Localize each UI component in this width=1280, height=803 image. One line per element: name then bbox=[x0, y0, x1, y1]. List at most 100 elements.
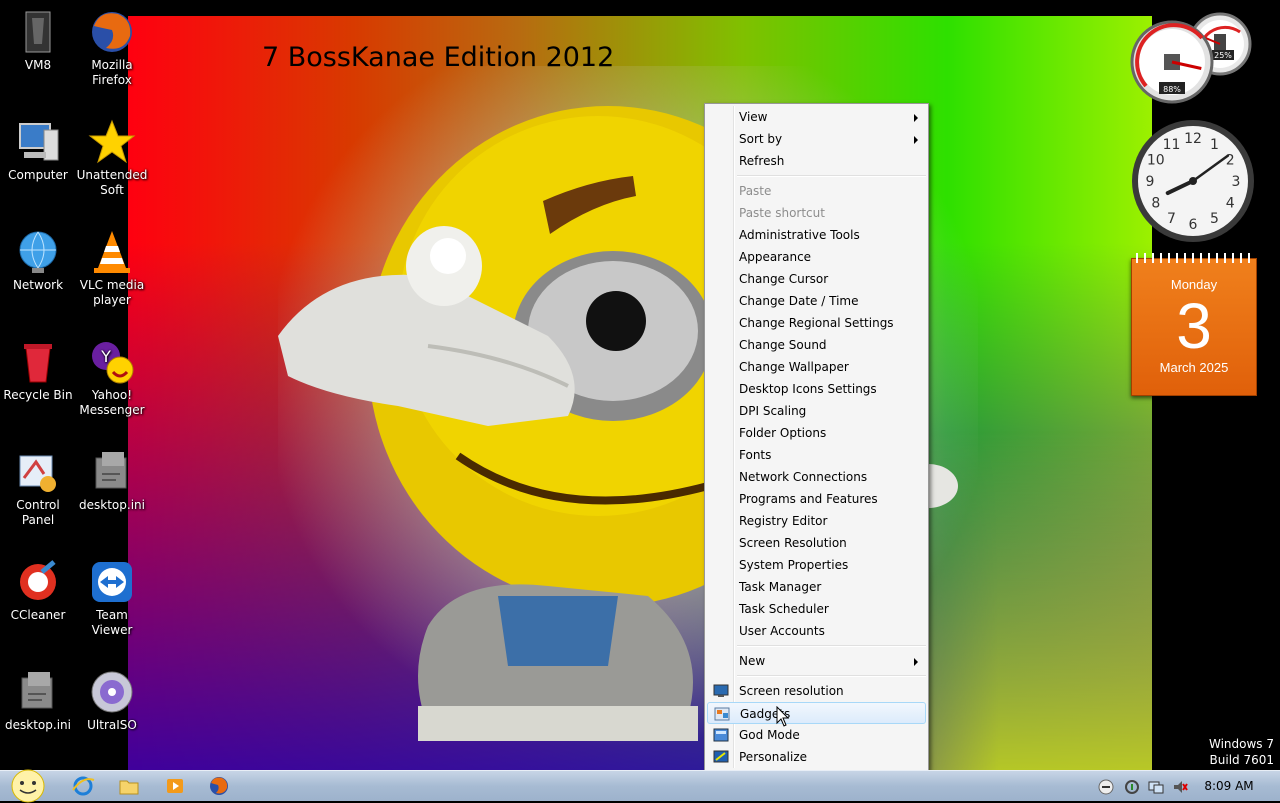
menu-item-folder-options[interactable]: Folder Options bbox=[707, 422, 926, 444]
menu-item-label: Paste bbox=[739, 184, 772, 198]
desktop-icon-firefox[interactable]: Mozilla Firefox bbox=[74, 8, 150, 88]
clock-numeral: 1 bbox=[1210, 137, 1219, 153]
menu-item-network-connections[interactable]: Network Connections bbox=[707, 466, 926, 488]
menu-item-paste[interactable]: Paste bbox=[707, 180, 926, 202]
menu-item-programs-and-features[interactable]: Programs and Features bbox=[707, 488, 926, 510]
desktop-icon-teamviewer[interactable]: Team Viewer bbox=[74, 558, 150, 638]
explorer-folder-icon[interactable] bbox=[116, 774, 142, 798]
desktop-icon-network[interactable]: Network bbox=[0, 228, 76, 293]
menu-item-label: Administrative Tools bbox=[739, 228, 860, 242]
menu-item-gadgets[interactable]: Gadgets bbox=[707, 702, 926, 724]
menu-item-paste-shortcut[interactable]: Paste shortcut bbox=[707, 202, 926, 224]
config-file-icon bbox=[21, 672, 53, 709]
clock-numeral: 12 bbox=[1184, 131, 1202, 147]
desktop-icon-computer[interactable]: Computer bbox=[0, 118, 76, 183]
menu-item-label: Change Regional Settings bbox=[739, 316, 894, 330]
desktop-icon-recycle[interactable]: Recycle Bin bbox=[0, 338, 76, 403]
desktop-icon-label: Network bbox=[12, 278, 64, 292]
volume-muted-icon[interactable] bbox=[1172, 779, 1188, 795]
desktop-icon-desktopini2[interactable]: desktop.ini bbox=[0, 668, 76, 733]
network-globe-icon bbox=[19, 231, 57, 273]
teamviewer-icon bbox=[92, 562, 132, 602]
cpu-meter-gadget[interactable]: 25% 88% bbox=[1128, 8, 1258, 104]
start-orb-icon[interactable] bbox=[8, 769, 48, 803]
menu-item-label: Change Cursor bbox=[739, 272, 829, 286]
menu-item-task-manager[interactable]: Task Manager bbox=[707, 576, 926, 598]
desktop-icon-label: Team Viewer bbox=[91, 608, 133, 637]
submenu-arrow-icon bbox=[914, 114, 918, 122]
clock-numeral: 9 bbox=[1146, 174, 1155, 190]
menu-item-screen-resolution[interactable]: Screen resolution bbox=[707, 680, 926, 702]
menu-item-label: Programs and Features bbox=[739, 492, 878, 506]
menu-item-change-regional-settings[interactable]: Change Regional Settings bbox=[707, 312, 926, 334]
desktop-icon-unattended[interactable]: Unattended Soft bbox=[74, 118, 150, 198]
ccleaner-icon bbox=[20, 560, 56, 600]
menu-item-label: Registry Editor bbox=[739, 514, 828, 528]
clock-gadget[interactable]: 1234567891011 12 bbox=[1130, 118, 1256, 244]
action-center-icon[interactable] bbox=[1124, 779, 1140, 795]
menu-item-fonts[interactable]: Fonts bbox=[707, 444, 926, 466]
menu-item-dpi-scaling[interactable]: DPI Scaling bbox=[707, 400, 926, 422]
menu-item-administrative-tools[interactable]: Administrative Tools bbox=[707, 224, 926, 246]
desktop-icon-label: Control Panel bbox=[16, 498, 60, 527]
menu-item-appearance[interactable]: Appearance bbox=[707, 246, 926, 268]
menu-item-label: Task Manager bbox=[739, 580, 822, 594]
clock-numeral: 5 bbox=[1210, 211, 1219, 227]
menu-item-user-accounts[interactable]: User Accounts bbox=[707, 620, 926, 642]
menu-item-label: View bbox=[739, 110, 768, 124]
menu-item-desktop-icons-settings[interactable]: Desktop Icons Settings bbox=[707, 378, 926, 400]
menu-item-registry-editor[interactable]: Registry Editor bbox=[707, 510, 926, 532]
menu-item-label: Task Scheduler bbox=[739, 602, 829, 616]
menu-item-view[interactable]: View bbox=[707, 106, 926, 128]
desktop-icon-vlc[interactable]: VLC media player bbox=[74, 228, 150, 308]
desktop-icon-desktopini1[interactable]: desktop.ini bbox=[74, 448, 150, 513]
desktop-icon-label: Computer bbox=[8, 168, 68, 182]
desktop-icon-label: Mozilla Firefox bbox=[91, 58, 133, 87]
desktop-icon-control[interactable]: Control Panel bbox=[0, 448, 76, 528]
menu-item-label: Screen Resolution bbox=[739, 536, 847, 550]
submenu-arrow-icon bbox=[914, 658, 918, 666]
menu-item-new[interactable]: New bbox=[707, 650, 926, 672]
menu-item-label: God Mode bbox=[739, 728, 800, 742]
watermark-build: Build 7601 bbox=[1209, 753, 1274, 767]
menu-item-change-cursor[interactable]: Change Cursor bbox=[707, 268, 926, 290]
god-mode-icon bbox=[713, 728, 729, 742]
menu-item-refresh[interactable]: Refresh bbox=[707, 150, 926, 172]
internet-explorer-icon[interactable] bbox=[70, 774, 96, 798]
menu-item-sort-by[interactable]: Sort by bbox=[707, 128, 926, 150]
menu-item-task-scheduler[interactable]: Task Scheduler bbox=[707, 598, 926, 620]
desktop-icon-ccleaner[interactable]: CCleaner bbox=[0, 558, 76, 623]
network-tray-icon[interactable] bbox=[1148, 779, 1164, 795]
gadgets-icon bbox=[714, 707, 730, 721]
control-panel-icon bbox=[19, 455, 56, 492]
menu-separator bbox=[737, 675, 926, 677]
desktop-icon-vm8[interactable]: VM8 bbox=[0, 8, 76, 73]
menu-item-personalize[interactable]: Personalize bbox=[707, 746, 926, 768]
menu-item-change-wallpaper[interactable]: Change Wallpaper bbox=[707, 356, 926, 378]
menu-item-label: New bbox=[739, 654, 766, 668]
wallpaper-title: 7 BossKanae Edition 2012 bbox=[262, 42, 615, 73]
clock-numeral: 6 bbox=[1189, 217, 1198, 233]
desktop-icon-yahoo[interactable]: Y Yahoo! Messenger bbox=[74, 338, 150, 418]
menu-item-label: Paste shortcut bbox=[739, 206, 825, 220]
menu-item-system-properties[interactable]: System Properties bbox=[707, 554, 926, 576]
taskbar-clock[interactable]: 8:09 AM bbox=[1196, 771, 1262, 801]
menu-separator bbox=[737, 645, 926, 647]
firefox-icon[interactable] bbox=[206, 774, 232, 798]
clock-numeral: 11 bbox=[1163, 137, 1181, 153]
calendar-gadget[interactable]: Monday 3 March 2025 bbox=[1131, 253, 1257, 396]
menu-item-change-sound[interactable]: Change Sound bbox=[707, 334, 926, 356]
menu-item-god-mode[interactable]: God Mode bbox=[707, 724, 926, 746]
smiley-tray-icon[interactable] bbox=[1098, 779, 1114, 795]
submenu-arrow-icon bbox=[914, 136, 918, 144]
menu-item-change-date-time[interactable]: Change Date / Time bbox=[707, 290, 926, 312]
vlc-cone-icon bbox=[94, 231, 130, 273]
disc-icon bbox=[91, 671, 133, 713]
clock-numeral: 8 bbox=[1151, 196, 1160, 212]
menu-item-screen-resolution[interactable]: Screen Resolution bbox=[707, 532, 926, 554]
media-player-icon[interactable] bbox=[162, 774, 188, 798]
desktop-icon-ultraiso[interactable]: UltraISO bbox=[74, 668, 150, 733]
desktop-icon-label: Yahoo! Messenger bbox=[79, 388, 145, 417]
calendar-month-year: March 2025 bbox=[1159, 360, 1229, 375]
computer-icon bbox=[19, 123, 59, 161]
